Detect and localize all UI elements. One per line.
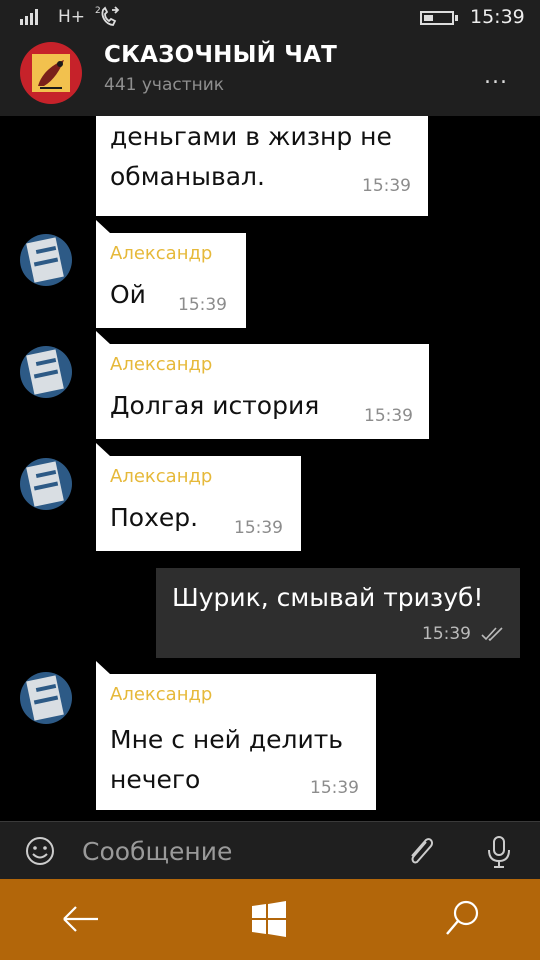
chat-avatar[interactable] [20, 42, 82, 104]
microphone-icon[interactable] [484, 834, 514, 870]
message-time: 15:39 [364, 406, 413, 426]
message-text: обманывал. [110, 162, 265, 191]
paperclip-icon[interactable] [404, 834, 438, 870]
message-bubble[interactable]: Александр Долгая история 15:39 [96, 331, 429, 439]
chat-header: СКАЗОЧНЫЙ ЧАТ 441 участник ... [0, 34, 540, 116]
sender-name: Александр [110, 243, 213, 264]
search-icon[interactable] [444, 899, 480, 937]
composer-bar [0, 821, 540, 879]
sender-name: Александр [110, 684, 213, 705]
sender-name: Александр [110, 354, 213, 375]
message-bubble[interactable]: Александр Мне с ней делить нечего 15:39 [96, 661, 376, 810]
network-type: H+ [58, 7, 86, 27]
message-text: нечего [110, 765, 201, 794]
message-text: Долгая история [110, 391, 320, 420]
system-nav-bar [0, 879, 540, 960]
message-text: деньгами в жизнр не [110, 122, 392, 151]
emoji-icon[interactable] [24, 835, 56, 867]
signal-icon [20, 9, 38, 25]
message-text: Мне с ней делить [110, 725, 344, 754]
chat-title: СКАЗОЧНЫЙ ЧАТ [104, 42, 337, 68]
message-time: 15:39 [310, 778, 359, 798]
message-time: 15:39 [178, 295, 227, 315]
status-bar: H+ 2 15:39 [0, 0, 540, 34]
bird-logo-icon [32, 54, 70, 92]
member-count: 441 участник [104, 75, 225, 95]
message-text: Похер. [110, 503, 199, 532]
sender-avatar[interactable] [20, 458, 72, 510]
message-bubble[interactable]: Александр Похер. 15:39 [96, 443, 301, 551]
message-time: 15:39 [422, 624, 471, 644]
sender-name: Александр [110, 466, 213, 487]
message-list[interactable]: деньгами в жизнр не обманывал. 15:39 Але… [0, 116, 540, 821]
call-forward-icon: 2 [95, 6, 120, 26]
battery-icon [420, 11, 458, 25]
more-menu-button[interactable]: ... [484, 66, 524, 92]
sender-avatar[interactable] [20, 672, 72, 724]
message-time: 15:39 [234, 518, 283, 538]
message-bubble[interactable]: деньгами в жизнр не обманывал. 15:39 [96, 116, 428, 216]
message-time: 15:39 [362, 176, 411, 196]
message-text: Ой [110, 280, 146, 309]
sender-avatar[interactable] [20, 234, 72, 286]
svg-text:2: 2 [95, 6, 101, 16]
back-arrow-icon[interactable] [60, 901, 102, 937]
message-input[interactable] [82, 832, 382, 870]
sender-avatar[interactable] [20, 346, 72, 398]
message-bubble-outgoing[interactable]: Шурик, смывай тризуб! 15:39 [156, 568, 520, 658]
message-bubble[interactable]: Александр Ой 15:39 [96, 220, 246, 328]
double-check-icon [481, 627, 503, 642]
status-time: 15:39 [470, 6, 525, 28]
message-text: Шурик, смывай тризуб! [172, 583, 484, 612]
windows-logo-icon[interactable] [250, 901, 288, 937]
